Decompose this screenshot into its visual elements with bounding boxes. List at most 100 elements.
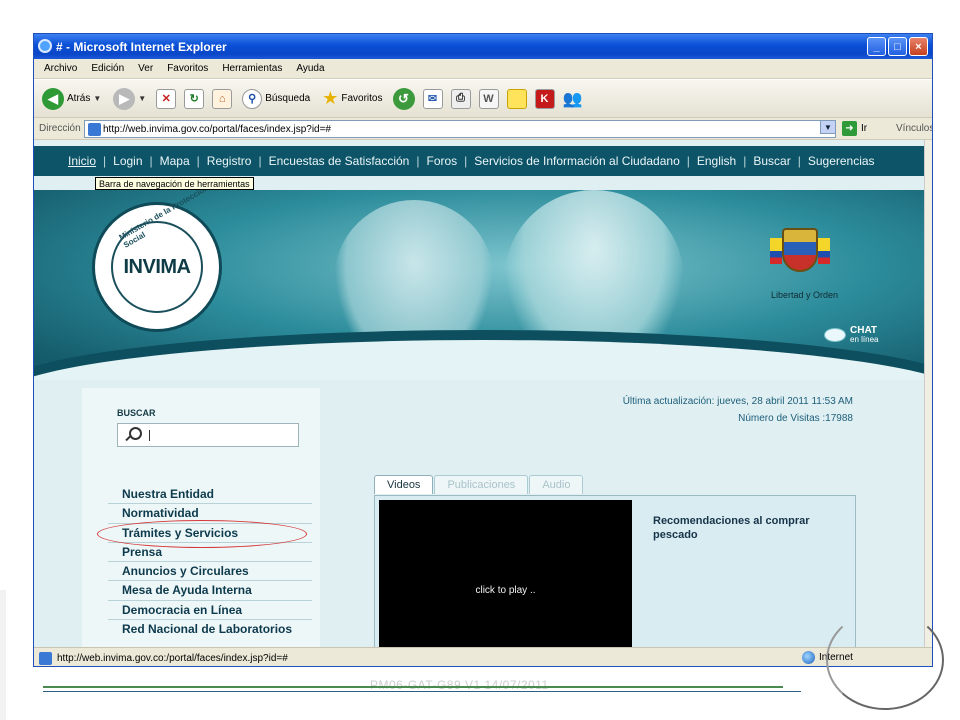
minimize-icon[interactable]: _	[867, 37, 886, 56]
corner-seal-logo	[826, 610, 944, 710]
go-button[interactable]: ➜ Ir	[842, 121, 867, 136]
back-arrow-icon: ◀	[42, 87, 64, 110]
header-banner: Ministerio de la Protección Social INVIM…	[34, 190, 926, 380]
edit-icon[interactable]: W	[478, 88, 499, 109]
nav-registro[interactable]: Registro	[207, 154, 252, 168]
video-panel: click to play .. Recomendaciones al comp…	[374, 495, 856, 647]
sidebar-item-democracia[interactable]: Democracia en Línea	[108, 601, 312, 621]
home-icon[interactable]: ⌂	[212, 88, 233, 109]
nav-login[interactable]: Login	[113, 154, 142, 168]
video-title[interactable]: Recomendaciones al comprar pescado	[653, 514, 843, 542]
player-prompt: click to play ..	[475, 584, 536, 596]
status-url: http://web.invima.gov.co:/portal/faces/i…	[57, 652, 288, 664]
tab-videos[interactable]: Videos	[374, 475, 434, 494]
address-url: http://web.invima.gov.co/portal/faces/in…	[103, 123, 331, 135]
video-player[interactable]: click to play ..	[379, 500, 632, 647]
nav-mapa[interactable]: Mapa	[160, 154, 190, 168]
magnifier-icon: ⚲	[242, 88, 263, 109]
nav-foros[interactable]: Foros	[426, 154, 457, 168]
footer-rule	[43, 686, 783, 688]
crest-motto: Libertad y Orden	[771, 290, 839, 300]
nav-english[interactable]: English	[697, 154, 736, 168]
nav-encuestas[interactable]: Encuestas de Satisfacción	[269, 154, 410, 168]
window-controls: _ □ ×	[867, 37, 928, 56]
print-icon[interactable]: ⎙	[450, 88, 471, 109]
messenger-icon[interactable]: 👥	[563, 89, 583, 109]
main-content: Última actualización: jueves, 28 abril 2…	[324, 388, 884, 647]
status-bar: http://web.invima.gov.co:/portal/faces/i…	[34, 647, 932, 666]
menu-archivo[interactable]: Archivo	[44, 63, 77, 74]
sidebar-item-nuestra-entidad[interactable]: Nuestra Entidad	[108, 485, 312, 505]
kaspersky-icon[interactable]: K	[534, 88, 555, 109]
menu-edicion[interactable]: Edición	[91, 63, 124, 74]
browser-window: # - Microsoft Internet Explorer _ □ × Ar…	[33, 33, 933, 667]
site-nav-bar: Inicio | Login | Mapa | Registro | Encuestas…	[34, 146, 926, 176]
forward-button[interactable]: ▶ ▼	[111, 84, 148, 114]
forward-arrow-icon: ▶	[113, 87, 136, 110]
sidebar-item-red-laboratorios[interactable]: Red Nacional de Laboratorios	[108, 620, 312, 647]
mail-icon[interactable]: ✉	[422, 88, 443, 109]
favorites-button[interactable]: ★ Favoritos	[320, 84, 384, 114]
address-label: Dirección	[39, 123, 81, 134]
links-label[interactable]: Vínculos	[896, 123, 932, 134]
ie-logo-icon	[38, 39, 52, 53]
window-title: # - Microsoft Internet Explorer	[56, 39, 227, 54]
slide: # - Microsoft Internet Explorer _ □ × Ar…	[0, 0, 960, 720]
nav-tooltip: Barra de navegación de herramientas	[95, 177, 254, 190]
menu-ver[interactable]: Ver	[138, 63, 153, 74]
globe-icon	[802, 651, 815, 664]
forward-dropdown-icon[interactable]: ▼	[138, 94, 146, 103]
chat-subtitle: en línea	[850, 335, 879, 344]
nav-sugerencias[interactable]: Sugerencias	[808, 154, 875, 168]
standard-toolbar: ◀ Atrás ▼ ▶ ▼ ✕ ↻ ⌂ ⚲ Búsqueda ★ Favorit…	[34, 80, 932, 118]
invima-logo[interactable]: Ministerio de la Protección Social INVIM…	[92, 190, 222, 332]
sidebar-item-mesa-ayuda[interactable]: Mesa de Ayuda Interna	[108, 581, 312, 601]
back-button[interactable]: ◀ Atrás ▼	[40, 84, 103, 114]
footer-code: PM06-GAT-G89 V1 14/07/2011	[370, 678, 549, 692]
note-icon[interactable]	[506, 88, 527, 109]
maximize-icon[interactable]: □	[888, 37, 907, 56]
favorites-label: Favoritos	[341, 93, 383, 104]
menu-ayuda[interactable]: Ayuda	[296, 63, 324, 74]
footer-rule-secondary	[43, 691, 801, 692]
page-icon	[88, 123, 101, 136]
tab-publicaciones[interactable]: Publicaciones	[434, 475, 529, 494]
nav-servicios[interactable]: Servicios de Información al Ciudadano	[474, 154, 679, 168]
go-arrow-icon: ➜	[842, 121, 857, 136]
nav-buscar[interactable]: Buscar	[753, 154, 790, 168]
go-label: Ir	[861, 123, 868, 134]
search-input[interactable]	[117, 423, 299, 447]
star-icon: ★	[322, 88, 339, 108]
last-update: Última actualización: jueves, 28 abril 2…	[622, 396, 853, 407]
title-bar[interactable]: # - Microsoft Internet Explorer _ □ ×	[34, 34, 932, 59]
highlight-circle	[97, 520, 307, 548]
back-dropdown-icon[interactable]: ▼	[93, 94, 101, 103]
sidebar-menu: Nuestra Entidad Normatividad Trámites y …	[108, 485, 312, 647]
history-icon[interactable]: ↺	[392, 87, 415, 110]
menu-bar: Archivo Edición Ver Favoritos Herramient…	[34, 59, 932, 79]
menu-favoritos[interactable]: Favoritos	[167, 63, 208, 74]
page-viewport: Inicio | Login | Mapa | Registro | Encuestas…	[34, 140, 926, 647]
logo-text: INVIMA	[123, 255, 192, 278]
stop-icon[interactable]: ✕	[156, 88, 177, 109]
chat-bubble-icon	[824, 328, 846, 342]
refresh-icon[interactable]: ↻	[184, 88, 205, 109]
vertical-scrollbar[interactable]	[924, 140, 932, 647]
close-icon[interactable]: ×	[909, 37, 928, 56]
media-tabs: Videos Publicaciones Audio	[374, 475, 584, 494]
chat-title: CHAT	[850, 325, 878, 336]
chat-button[interactable]: CHAT en línea	[824, 326, 878, 344]
address-bar: Dirección http://web.invima.gov.co/porta…	[34, 118, 932, 140]
address-dropdown-icon[interactable]: ▼	[820, 120, 836, 134]
sidebar-item-anuncios[interactable]: Anuncios y Circulares	[108, 562, 312, 582]
search-icon	[123, 426, 142, 444]
search-label: Búsqueda	[265, 93, 311, 104]
visit-counter: Número de Visitas :17988	[738, 413, 853, 424]
tab-audio[interactable]: Audio	[529, 475, 584, 494]
status-page-icon	[39, 651, 52, 665]
search-button[interactable]: ⚲ Búsqueda	[240, 84, 312, 114]
menu-herramientas[interactable]: Herramientas	[222, 63, 282, 74]
nav-inicio[interactable]: Inicio	[68, 154, 96, 168]
address-input[interactable]: http://web.invima.gov.co/portal/faces/in…	[84, 120, 836, 138]
left-sidebar: BUSCAR Nuestra Entidad Normatividad Trám…	[82, 388, 320, 647]
